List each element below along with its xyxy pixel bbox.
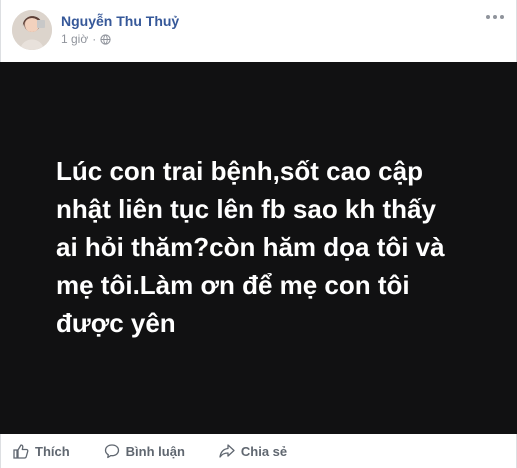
- avatar[interactable]: [12, 10, 52, 50]
- ellipsis-icon-dot-2: [493, 15, 497, 19]
- comment-button[interactable]: Bình luận: [104, 443, 185, 459]
- ellipsis-icon-dot-1: [486, 15, 490, 19]
- globe-icon[interactable]: [100, 33, 111, 45]
- author-name[interactable]: Nguyễn Thu Thuỷ: [61, 13, 179, 29]
- like-label: Thích: [35, 443, 70, 459]
- share-arrow-icon: [219, 444, 235, 458]
- more-options-button[interactable]: [486, 12, 504, 22]
- comment-label: Bình luận: [125, 443, 185, 459]
- post-time[interactable]: 1 giờ: [61, 32, 88, 46]
- meta-separator: ·: [92, 32, 97, 46]
- post-header: Nguyễn Thu Thuỷ 1 giờ ·: [1, 0, 516, 62]
- post-actions: Thích Bình luận Chia sẻ: [1, 434, 516, 468]
- thumbs-up-icon: [13, 444, 29, 459]
- share-label: Chia sẻ: [240, 443, 288, 459]
- share-button[interactable]: Chia sẻ: [219, 443, 287, 459]
- comment-bubble-icon: [104, 444, 119, 459]
- post-meta: 1 giờ ·: [61, 32, 111, 46]
- like-button[interactable]: Thích: [13, 443, 70, 459]
- ellipsis-icon-dot-3: [500, 15, 504, 19]
- status-text: Lúc con trai bệnh,sốt cao cập nhật liên …: [56, 156, 445, 338]
- profile-photo-icon: [12, 10, 52, 50]
- status-background: Lúc con trai bệnh,sốt cao cập nhật liên …: [0, 62, 517, 434]
- facebook-post: Nguyễn Thu Thuỷ 1 giờ · Lúc con trai bện…: [0, 0, 517, 468]
